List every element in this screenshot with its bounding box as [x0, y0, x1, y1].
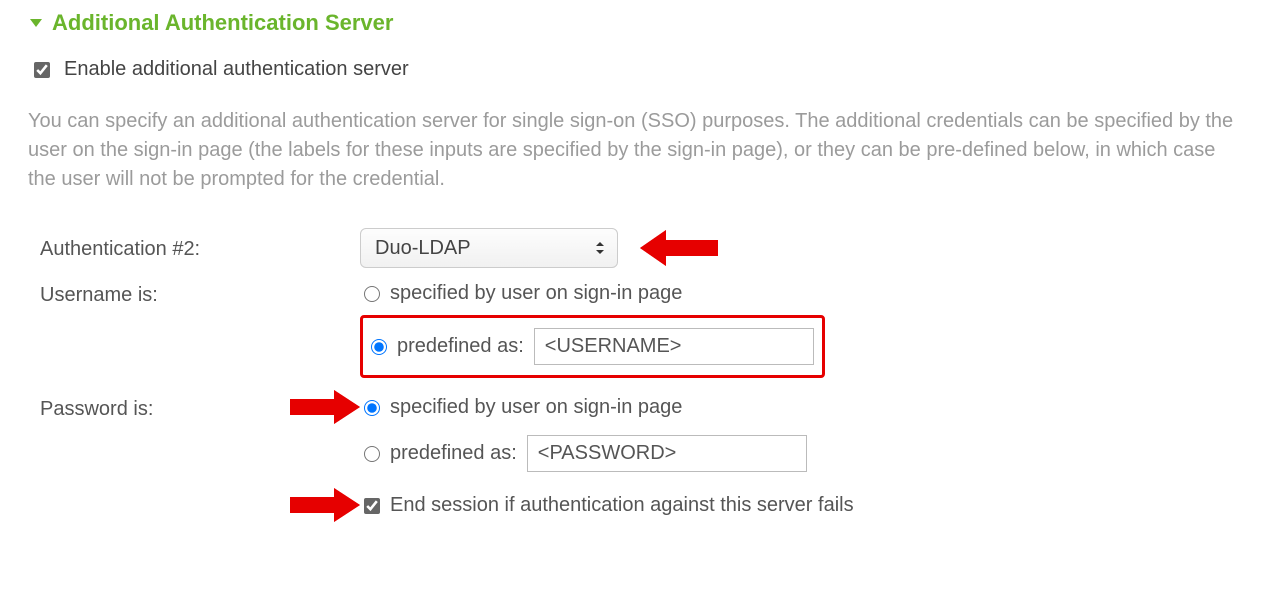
arrow-icon — [290, 488, 360, 522]
username-predefined-radio[interactable] — [371, 339, 387, 355]
password-predefined-line: predefined as: — [360, 427, 1246, 480]
password-predefined-input[interactable] — [527, 435, 807, 472]
enable-label: Enable additional authentication server — [64, 58, 409, 81]
auth-select-wrap: Duo-LDAP — [360, 228, 618, 268]
password-predefined-text: predefined as: — [390, 442, 517, 465]
arrow-icon — [640, 230, 718, 266]
enable-row: Enable additional authentication server — [34, 58, 1246, 81]
username-label: Username is: — [40, 274, 360, 307]
password-predefined-radio[interactable] — [364, 446, 380, 462]
username-specified-text: specified by user on sign-in page — [390, 282, 682, 305]
enable-checkbox[interactable] — [34, 62, 50, 78]
end-session-checkbox[interactable] — [364, 498, 380, 514]
username-specified-radio[interactable] — [364, 286, 380, 302]
chevron-down-icon — [28, 17, 44, 29]
username-specified-line: specified by user on sign-in page — [360, 274, 1246, 313]
username-predefined-highlight: predefined as: — [360, 315, 825, 378]
end-session-label: End session if authentication against th… — [390, 494, 854, 517]
section-header[interactable]: Additional Authentication Server — [28, 10, 1246, 36]
auth-select[interactable]: Duo-LDAP — [361, 229, 617, 267]
section-title: Additional Authentication Server — [52, 10, 393, 36]
form-grid: Authentication #2: Duo-LDAP Username is:… — [40, 228, 1246, 527]
password-specified-radio[interactable] — [364, 400, 380, 416]
end-session-line: End session if authentication against th… — [360, 484, 1246, 527]
username-predefined-input[interactable] — [534, 328, 814, 365]
auth-row: Authentication #2: Duo-LDAP — [40, 228, 1246, 268]
username-row: Username is: specified by user on sign-i… — [40, 274, 1246, 384]
end-session-row: End session if authentication against th… — [40, 484, 1246, 527]
password-specified-text: specified by user on sign-in page — [390, 396, 682, 419]
description-text: You can specify an additional authentica… — [28, 107, 1238, 194]
auth-label: Authentication #2: — [40, 228, 360, 261]
username-predefined-text: predefined as: — [397, 335, 524, 358]
password-label: Password is: — [40, 398, 153, 420]
password-specified-line: specified by user on sign-in page — [360, 388, 1246, 427]
username-predefined-line: predefined as: — [369, 322, 816, 371]
arrow-icon — [290, 390, 360, 424]
password-row: Password is: specified by user on sign-i… — [40, 388, 1246, 480]
